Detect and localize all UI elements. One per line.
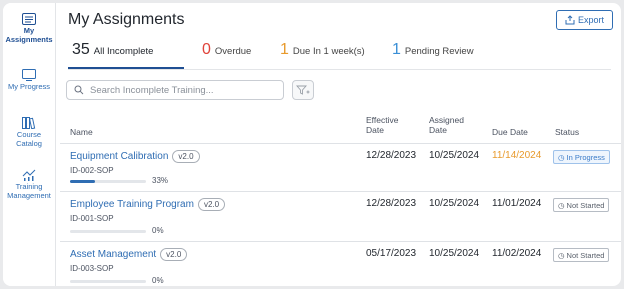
tab-due-soon[interactable]: 1 Due In 1 week(s) bbox=[280, 41, 365, 71]
progress-bar bbox=[70, 230, 146, 233]
sidebar: My Assignments My Progress Course Catalo… bbox=[3, 3, 56, 286]
training-name-link[interactable]: Equipment Calibration v2.0 bbox=[70, 150, 200, 163]
monitor-icon bbox=[22, 69, 36, 81]
sidebar-item-label: My Progress bbox=[7, 82, 51, 91]
progress-bar bbox=[70, 280, 146, 283]
chart-icon bbox=[22, 169, 36, 181]
sidebar-item-course-catalog[interactable]: Course Catalog bbox=[3, 117, 55, 148]
header-line: Effective bbox=[366, 115, 399, 125]
version-badge: v2.0 bbox=[197, 198, 226, 211]
status-label: In Progress bbox=[566, 152, 605, 162]
header-line: Assigned bbox=[429, 115, 464, 125]
training-name[interactable]: Asset Management bbox=[70, 249, 156, 260]
divider bbox=[60, 143, 621, 144]
app-frame: My Assignments My Progress Course Catalo… bbox=[3, 3, 621, 286]
training-name-link[interactable]: Employee Training Program v2.0 bbox=[70, 198, 226, 211]
status-label: Not Started bbox=[566, 250, 605, 260]
tab-count: 1 bbox=[392, 41, 401, 58]
tab-label: All Incomplete bbox=[93, 46, 154, 57]
sidebar-item-my-progress[interactable]: My Progress bbox=[3, 69, 55, 92]
training-code: ID-001-SOP bbox=[70, 214, 114, 223]
tab-count: 35 bbox=[72, 41, 90, 58]
assigned-date: 10/25/2024 bbox=[429, 248, 480, 259]
tab-bar: 35 All Incomplete 0 Overdue 1 Due In 1 w… bbox=[68, 41, 611, 71]
clock-icon: ◷ bbox=[558, 250, 565, 260]
progress-bar bbox=[70, 180, 146, 183]
status-badge: ◷ Not Started bbox=[553, 248, 610, 262]
progress-percent: 33% bbox=[152, 176, 169, 185]
effective-date: 12/28/2023 bbox=[366, 198, 417, 209]
header-line: Date bbox=[366, 125, 384, 135]
sidebar-item-training-management[interactable]: Training Management bbox=[3, 169, 55, 200]
assigned-date: 10/25/2024 bbox=[429, 150, 480, 161]
active-tab-indicator bbox=[68, 67, 184, 69]
search-placeholder: Search Incomplete Training... bbox=[90, 84, 214, 96]
version-badge: v2.0 bbox=[172, 150, 200, 163]
clock-icon: ◷ bbox=[558, 152, 565, 162]
export-icon bbox=[565, 15, 575, 25]
export-button[interactable]: Export bbox=[555, 10, 613, 30]
divider bbox=[60, 241, 621, 242]
list-icon bbox=[22, 13, 36, 25]
tab-label: Overdue bbox=[214, 46, 252, 57]
books-icon bbox=[22, 117, 36, 129]
search-input[interactable]: Search Incomplete Training... bbox=[66, 80, 284, 100]
tab-count: 0 bbox=[202, 41, 211, 58]
tab-pending-review[interactable]: 1 Pending Review bbox=[392, 41, 474, 71]
search-icon bbox=[74, 85, 84, 95]
due-date: 11/02/2024 bbox=[492, 248, 542, 259]
column-header-assigned-date[interactable]: Assigned Date bbox=[429, 115, 464, 135]
page-title: My Assignments bbox=[68, 11, 185, 28]
tab-count: 1 bbox=[280, 41, 289, 58]
column-header-name[interactable]: Name bbox=[70, 127, 93, 137]
tab-divider bbox=[68, 69, 611, 70]
training-code: ID-002-SOP bbox=[70, 166, 114, 175]
progress-fill bbox=[70, 180, 96, 183]
tab-label: Due In 1 week(s) bbox=[292, 46, 365, 57]
effective-date: 05/17/2023 bbox=[366, 248, 417, 259]
status-label: Not Started bbox=[566, 200, 605, 210]
divider bbox=[60, 191, 621, 192]
version-badge: v2.0 bbox=[160, 248, 188, 261]
training-name[interactable]: Equipment Calibration bbox=[70, 151, 168, 162]
clock-icon: ◷ bbox=[558, 200, 565, 210]
progress-percent: 0% bbox=[152, 276, 164, 285]
effective-date: 12/28/2023 bbox=[366, 150, 417, 161]
status-badge: ◷ Not Started bbox=[553, 198, 610, 212]
progress-percent: 0% bbox=[152, 226, 164, 235]
column-header-status[interactable]: Status bbox=[555, 127, 579, 137]
filter-button[interactable] bbox=[292, 80, 314, 100]
due-date: 11/14/2024 bbox=[492, 150, 542, 161]
sidebar-item-label: Management bbox=[7, 190, 51, 200]
due-date: 11/01/2024 bbox=[492, 198, 542, 209]
assigned-date: 10/25/2024 bbox=[429, 198, 480, 209]
sidebar-item-label: Catalog bbox=[16, 138, 42, 148]
export-label: Export bbox=[577, 15, 604, 25]
column-header-effective-date[interactable]: Effective Date bbox=[366, 115, 398, 135]
tab-overdue[interactable]: 0 Overdue bbox=[202, 41, 251, 71]
status-badge: ◷ In Progress bbox=[553, 150, 610, 164]
filter-add-icon bbox=[296, 85, 310, 95]
training-code: ID-003-SOP bbox=[70, 264, 114, 273]
column-header-due-date[interactable]: Due Date bbox=[492, 127, 528, 137]
training-name[interactable]: Employee Training Program bbox=[70, 199, 194, 210]
header-line: Date bbox=[429, 125, 447, 135]
training-name-link[interactable]: Asset Management v2.0 bbox=[70, 248, 188, 261]
sidebar-item-label: Assignments bbox=[5, 34, 53, 44]
sidebar-item-my-assignments[interactable]: My Assignments bbox=[3, 13, 55, 44]
main-content: My Assignments Export 35 All Incomplete … bbox=[56, 3, 621, 286]
tab-label: Pending Review bbox=[404, 46, 474, 57]
